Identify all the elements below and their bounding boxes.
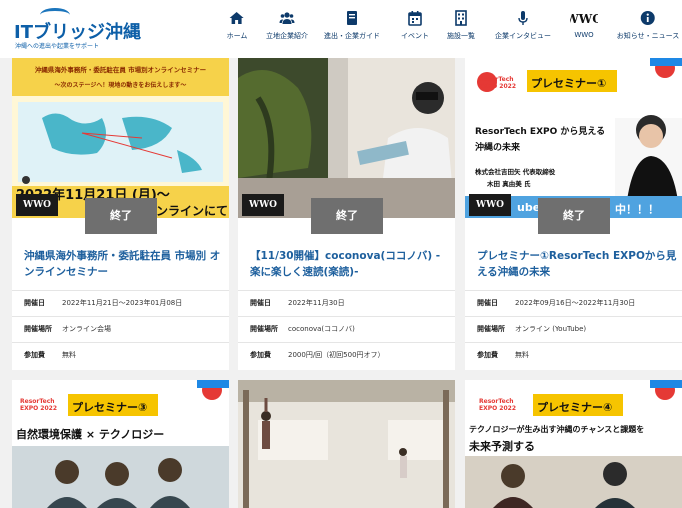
nav-item-wwo[interactable]: WWO WWO bbox=[570, 10, 598, 50]
info-row-place: 開催場所 オンライン (YouTube) bbox=[465, 316, 682, 340]
building-icon bbox=[455, 10, 467, 26]
info-label: 参加費 bbox=[24, 351, 45, 359]
event-card[interactable]: ResorTech EXPO 2022 プレセミナー④ テクノロジーが生み出す沖… bbox=[465, 380, 682, 508]
event-title[interactable]: 沖縄県海外事務所・委託駐在員 市場別 オンラインセミナー bbox=[24, 248, 224, 280]
info-row-fee: 参加費 2000円/回（初回500円オフ） bbox=[238, 342, 455, 366]
microphone-icon bbox=[518, 11, 528, 25]
nav-label-facilities: 施設一覧 bbox=[447, 32, 475, 40]
logo-subtitle: 沖縄への進出や起業をサポート bbox=[15, 43, 100, 50]
event-thumbnail[interactable]: ResorTech EXPO 2022 プレセミナー④ テクノロジーが生み出す沖… bbox=[465, 380, 682, 508]
thumb-expo-text: ResorTech EXPO 2022 bbox=[479, 398, 517, 412]
ended-badge: 終了 bbox=[538, 198, 610, 234]
info-label: 開催日 bbox=[250, 299, 271, 307]
book-icon bbox=[347, 11, 357, 25]
home-icon bbox=[229, 12, 244, 24]
wwo-badge: WWO bbox=[16, 194, 58, 216]
event-card[interactable]: 沖縄県海外事務所・委託駐在員 市場別オンラインセミナー ～次のステージへ！現地の… bbox=[12, 58, 229, 370]
wwo-badge: WWO bbox=[242, 194, 284, 216]
nav-item-facilities[interactable]: 施設一覧 bbox=[447, 10, 475, 50]
ended-badge: 終了 bbox=[85, 198, 157, 234]
nav-item-news[interactable]: お知らせ・ニュース bbox=[616, 10, 680, 50]
thumb-heading-text: 自然環境保護 × テクノロジー bbox=[16, 428, 165, 441]
thumb-tail-text: ンラインにて bbox=[156, 204, 229, 218]
info-value: オンライン (YouTube) bbox=[515, 325, 587, 333]
info-label: 開催場所 bbox=[477, 325, 505, 333]
event-grid: 沖縄県海外事務所・委託駐在員 市場別オンラインセミナー ～次のステージへ！現地の… bbox=[0, 58, 682, 508]
svg-text:WWO: WWO bbox=[570, 12, 598, 26]
nav-label-news: お知らせ・ニュース bbox=[616, 32, 680, 40]
info-label: 参加費 bbox=[250, 351, 271, 359]
thumb-expo-text: ResorTech EXPO 2022 bbox=[479, 76, 517, 90]
event-thumbnail[interactable] bbox=[238, 380, 455, 508]
info-row-fee: 参加費 無料 bbox=[12, 342, 229, 366]
thumb-heading-text: テクノロジーが生み出す沖縄のチャンスと課題を bbox=[469, 425, 645, 434]
info-row-date: 開催日 2022年11月21日～2023年01月08日 bbox=[12, 290, 229, 314]
nav-item-events[interactable]: イベント bbox=[401, 10, 429, 50]
ended-badge: 終了 bbox=[311, 198, 383, 234]
info-label: 開催日 bbox=[477, 299, 498, 307]
info-value: 無料 bbox=[62, 351, 76, 359]
nav-item-interview[interactable]: 企業インタビュー bbox=[495, 10, 551, 50]
info-row-date: 開催日 2022年11月30日 bbox=[238, 290, 455, 314]
info-label: 開催日 bbox=[24, 299, 45, 307]
nav-item-home[interactable]: ホーム bbox=[226, 10, 248, 50]
calendar-icon bbox=[408, 11, 422, 26]
info-label: 開催場所 bbox=[250, 325, 278, 333]
site-header: ITブリッジ沖縄 沖縄への進出や起業をサポート ホーム 立地企業紹介 進出・企業… bbox=[0, 0, 682, 58]
nav-label-companies: 立地企業紹介 bbox=[266, 32, 308, 40]
thumb-tag-text: プレセミナー③ bbox=[72, 401, 148, 414]
event-thumbnail[interactable]: WWO bbox=[238, 58, 455, 218]
thumb-heading2-text: 未来予測する bbox=[469, 440, 535, 453]
thumb-tag-text: プレセミナー① bbox=[531, 77, 607, 90]
event-card[interactable]: ResorTech EXPO 2022 プレセミナー① ResorTech EX… bbox=[465, 58, 682, 370]
thumb-tail-right-text: 中！！！ bbox=[615, 203, 659, 216]
info-value: 2022年09月16日～2022年11月30日 bbox=[515, 299, 636, 307]
info-row-place: 開催場所 coconova(ココノバ) bbox=[238, 316, 455, 340]
info-row-fee: 参加費 無料 bbox=[465, 342, 682, 366]
info-row-date: 開催日 2022年09月16日～2022年11月30日 bbox=[465, 290, 682, 314]
info-row-place: 開催場所 オンライン会場 bbox=[12, 316, 229, 340]
info-label: 参加費 bbox=[477, 351, 498, 359]
info-icon bbox=[640, 11, 655, 25]
event-thumbnail[interactable]: ResorTech EXPO 2022 プレセミナー③ 自然環境保護 × テクノ… bbox=[12, 380, 229, 508]
event-title[interactable]: 【11/30開催】coconova(ココノバ) -楽に楽しく速読(楽読)- bbox=[250, 248, 450, 280]
nav-item-guide[interactable]: 進出・企業ガイド bbox=[324, 10, 380, 50]
users-icon bbox=[279, 12, 295, 24]
event-thumbnail[interactable]: ResorTech EXPO 2022 プレセミナー① ResorTech EX… bbox=[465, 58, 682, 218]
thumb-expo-text: ResorTech EXPO 2022 bbox=[20, 398, 58, 412]
nav-label-guide: 進出・企業ガイド bbox=[324, 32, 380, 40]
info-value: 2022年11月30日 bbox=[288, 299, 345, 307]
nav-label-events: イベント bbox=[401, 32, 429, 40]
nav-label-home: ホーム bbox=[226, 32, 248, 40]
thumb-banner-text: 沖縄県海外事務所・委託駐在員 市場別オンラインセミナー bbox=[34, 66, 207, 74]
info-value: 2022年11月21日～2023年01月08日 bbox=[62, 299, 183, 307]
event-card[interactable] bbox=[238, 380, 455, 508]
info-value: 2000円/回（初回500円オフ） bbox=[288, 351, 385, 359]
info-value: 無料 bbox=[515, 351, 529, 359]
wwo-logo-icon: WWO bbox=[570, 12, 598, 26]
thumb-heading-text: ResorTech EXPO から見える bbox=[475, 127, 606, 137]
thumb-person-text: 木田 真由美 氏 bbox=[487, 180, 531, 188]
thumb-banner-subtext: ～次のステージへ！現地の動きをお伝えします～ bbox=[54, 82, 187, 89]
nav-label-wwo: WWO bbox=[574, 31, 594, 39]
info-label: 開催場所 bbox=[24, 325, 52, 333]
wwo-badge: WWO bbox=[469, 194, 511, 216]
event-card[interactable]: WWO 終了 【11/30開催】coconova(ココノバ) -楽に楽しく速読(… bbox=[238, 58, 455, 370]
event-title[interactable]: プレセミナー①ResorTech EXPOから見える沖縄の未来 bbox=[477, 248, 677, 280]
thumb-tail-left-text: ube bbox=[517, 201, 541, 214]
thumb-heading2-text: 沖縄の未来 bbox=[475, 143, 521, 153]
info-value: coconova(ココノバ) bbox=[288, 325, 355, 333]
nav-label-interview: 企業インタビュー bbox=[495, 32, 551, 40]
event-card[interactable]: ResorTech EXPO 2022 プレセミナー③ 自然環境保護 × テクノ… bbox=[12, 380, 229, 508]
nav-item-companies[interactable]: 立地企業紹介 bbox=[266, 10, 308, 50]
thumb-tag-text: プレセミナー④ bbox=[537, 401, 613, 414]
event-thumbnail[interactable]: 沖縄県海外事務所・委託駐在員 市場別オンラインセミナー ～次のステージへ！現地の… bbox=[12, 58, 229, 218]
info-value: オンライン会場 bbox=[62, 325, 111, 333]
thumb-company-text: 株式会社吉田矢 代表取締役 bbox=[475, 168, 556, 176]
